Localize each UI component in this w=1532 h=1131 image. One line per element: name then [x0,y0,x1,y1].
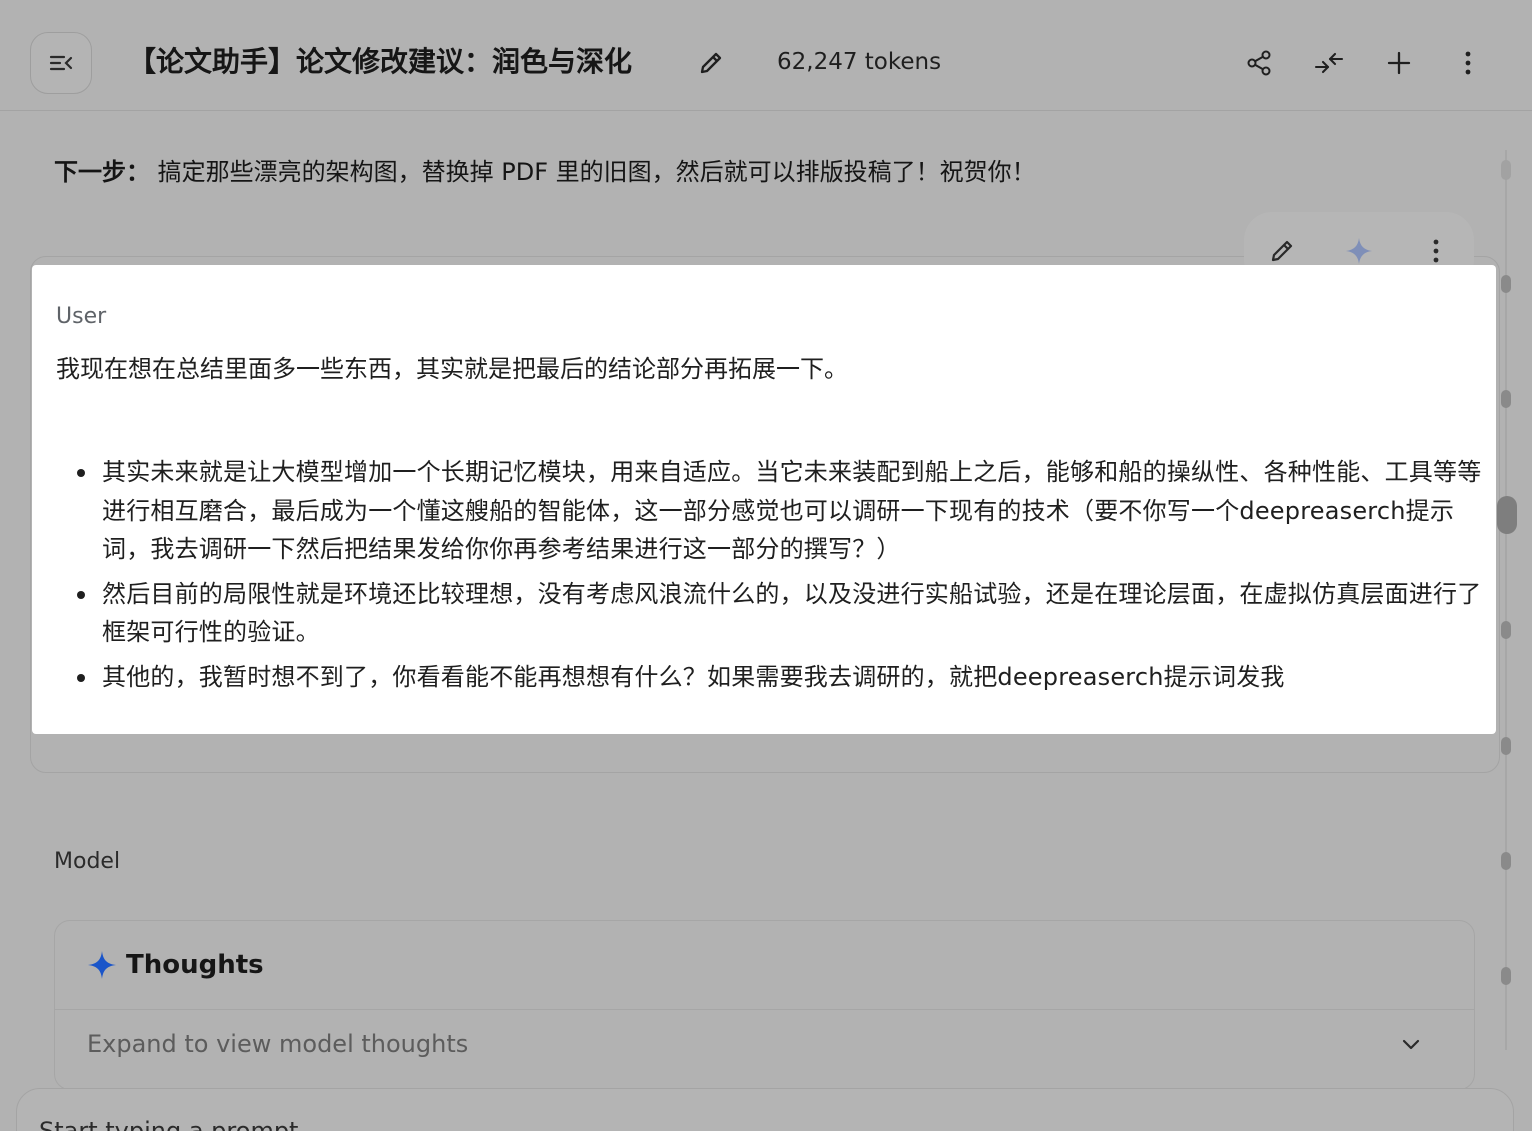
plus-icon [1387,51,1411,75]
share-icon [1247,50,1271,76]
thoughts-expand-toggle[interactable]: Expand to view model thoughts [55,1011,1474,1089]
scroll-thumb[interactable] [1497,496,1517,534]
scroll-marker[interactable] [1501,160,1511,180]
thoughts-panel: Thoughts Expand to view model thoughts [54,920,1475,1090]
next-step-label: 下一步： [54,158,150,186]
sparkle-icon [1346,238,1372,264]
list-item: 然后目前的局限性就是环境还比较理想，没有考虑风浪流什么的，以及没进行实船试验，还… [56,575,1484,652]
token-count: 62,247 tokens [777,49,942,75]
previous-response-closing: 下一步： 搞定那些漂亮的架构图，替换掉 PDF 里的旧图，然后就可以排版投稿了！… [54,155,1036,189]
share-button[interactable] [1240,44,1278,82]
next-step-text: 搞定那些漂亮的架构图，替换掉 PDF 里的旧图，然后就可以排版投稿了！祝贺你！ [150,158,1036,186]
more-vert-icon [1433,239,1439,263]
sparkle-icon [88,951,116,979]
list-item: 其实未来就是让大模型增加一个长期记忆模块，用来自适应。当它未来装配到船上之后，能… [56,453,1484,569]
user-message-paragraph: 我现在想在总结里面多一些东西，其实就是把最后的结论部分再拓展一下。 [56,355,848,383]
thoughts-header: Thoughts [55,921,1474,1010]
compare-button[interactable] [1310,44,1348,82]
toggle-sidebar-button[interactable] [30,32,92,94]
scroll-marker[interactable] [1501,737,1511,755]
list-item: 其他的，我暂时想不到了，你看看能不能再想想有什么？如果需要我去调研的，就把dee… [56,658,1484,697]
compare-icon [1314,52,1344,74]
pencil-icon [1271,240,1293,262]
prompt-box [16,1088,1514,1131]
more-options-button[interactable] [1449,44,1487,82]
thoughts-title: Thoughts [126,950,264,980]
more-vert-icon [1465,51,1471,75]
thoughts-expand-label: Expand to view model thoughts [87,1030,469,1058]
top-bar: 【论文助手】论文修改建议：润色与深化 62,247 tokens [0,0,1532,111]
edit-title-button[interactable] [696,48,726,78]
scroll-marker[interactable] [1501,390,1511,408]
page-title: 【论文助手】论文修改建议：润色与深化 [128,45,633,78]
scroll-marker[interactable] [1501,275,1511,293]
menu-collapse-icon [49,55,73,71]
scroll-marker[interactable] [1501,967,1511,985]
prompt-input[interactable] [39,1111,1439,1131]
pencil-icon [700,52,722,74]
role-label-user: User [56,304,107,329]
new-chat-button[interactable] [1380,44,1418,82]
chevron-down-icon [1402,1039,1420,1050]
role-label-model: Model [54,849,121,874]
scroll-marker[interactable] [1501,621,1511,639]
user-message-list: 其实未来就是让大模型增加一个长期记忆模块，用来自适应。当它未来装配到船上之后，能… [56,453,1484,702]
user-message-card[interactable]: User 我现在想在总结里面多一些东西，其实就是把最后的结论部分再拓展一下。 其… [32,265,1496,734]
scroll-marker[interactable] [1501,852,1511,870]
